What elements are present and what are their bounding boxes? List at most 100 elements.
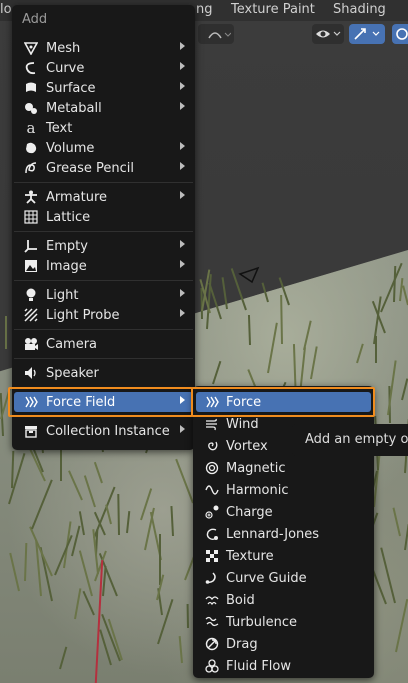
submenu-item-boid[interactable]: Boid bbox=[196, 590, 371, 610]
submenu-item-label: Wind bbox=[226, 416, 259, 432]
menu-item-label: Empty bbox=[46, 238, 88, 254]
menu-item-curve[interactable]: Curve bbox=[14, 58, 193, 78]
menu-item-speaker[interactable]: Speaker bbox=[14, 363, 193, 383]
overlay-icon bbox=[396, 28, 408, 40]
volume-icon bbox=[24, 141, 38, 155]
submenu-arrow-icon bbox=[180, 289, 185, 297]
menu-item-label: Camera bbox=[46, 336, 98, 352]
text-icon: a bbox=[26, 119, 36, 137]
empty-object-icon[interactable] bbox=[238, 266, 262, 286]
force-highlight bbox=[191, 387, 375, 417]
menu-item-light-probe[interactable]: Light Probe bbox=[14, 305, 193, 325]
grass-blade bbox=[186, 603, 189, 629]
fluid-flow-icon bbox=[205, 659, 219, 673]
submenu-item-label: Boid bbox=[226, 592, 255, 608]
menu-item-label: Text bbox=[46, 120, 73, 136]
submenu-arrow-icon bbox=[180, 240, 185, 248]
image-icon bbox=[24, 259, 38, 273]
tooltip-text: Add an empty ob bbox=[305, 432, 408, 447]
submenu-item-label: Drag bbox=[226, 636, 258, 652]
submenu-arrow-icon bbox=[180, 309, 185, 317]
menu-item-label: Light Probe bbox=[46, 307, 120, 323]
submenu-item-label: Vortex bbox=[226, 438, 268, 454]
tab-sculpting[interactable]: ng bbox=[196, 2, 213, 17]
harmonic-icon bbox=[205, 483, 219, 497]
grass-blade bbox=[5, 316, 7, 349]
proportional-edit-button[interactable] bbox=[198, 24, 234, 44]
submenu-item-label: Fluid Flow bbox=[226, 658, 291, 674]
submenu-arrow-icon bbox=[180, 102, 185, 110]
submenu-arrow-icon bbox=[180, 62, 185, 70]
metaball-icon bbox=[24, 101, 38, 115]
magnetic-icon bbox=[205, 461, 219, 475]
curve-guide-icon bbox=[205, 571, 219, 585]
menu-item-metaball[interactable]: Metaball bbox=[14, 98, 193, 118]
menu-item-empty[interactable]: Empty bbox=[14, 236, 193, 256]
submenu-item-label: Turbulence bbox=[226, 614, 298, 630]
submenu-item-label: Curve Guide bbox=[226, 570, 307, 586]
menu-item-label: Collection Instance bbox=[46, 423, 170, 439]
gizmo-icon bbox=[354, 28, 380, 40]
menu-item-label: Grease Pencil bbox=[46, 160, 134, 176]
submenu-item-charge[interactable]: Charge bbox=[196, 502, 371, 522]
curve-icon bbox=[24, 61, 38, 75]
submenu-item-texture[interactable]: Texture bbox=[196, 546, 371, 566]
menu-item-mesh[interactable]: Mesh bbox=[14, 38, 193, 58]
submenu-item-curve-guide[interactable]: Curve Guide bbox=[196, 568, 371, 588]
submenu-item-lennard-jones[interactable]: Lennard-Jones bbox=[196, 524, 371, 544]
submenu-arrow-icon bbox=[180, 191, 185, 199]
menu-item-grease-pencil[interactable]: Grease Pencil bbox=[14, 158, 193, 178]
menu-item-label: Surface bbox=[46, 80, 96, 96]
menu-item-text[interactable]: a Text bbox=[14, 118, 193, 138]
submenu-item-magnetic[interactable]: Magnetic bbox=[196, 458, 371, 478]
menu-item-image[interactable]: Image bbox=[14, 256, 193, 276]
menu-separator bbox=[14, 358, 193, 359]
light-probe-icon bbox=[24, 308, 38, 322]
menu-item-label: Speaker bbox=[46, 365, 99, 381]
submenu-arrow-icon bbox=[180, 162, 185, 170]
menu-item-volume[interactable]: Volume bbox=[14, 138, 193, 158]
submenu-arrow-icon bbox=[180, 82, 185, 90]
lennard-jones-icon bbox=[205, 527, 219, 541]
menu-item-surface[interactable]: Surface bbox=[14, 78, 193, 98]
submenu-item-fluid-flow[interactable]: Fluid Flow bbox=[196, 656, 371, 676]
menu-item-label: Armature bbox=[46, 189, 108, 205]
menu-item-label: Lattice bbox=[46, 209, 91, 225]
boid-icon bbox=[205, 593, 219, 607]
force-field-highlight bbox=[8, 387, 193, 417]
menu-item-label: Metaball bbox=[46, 100, 102, 116]
viewport-header-tools bbox=[196, 22, 408, 46]
submenu-item-label: Charge bbox=[226, 504, 273, 520]
menu-separator bbox=[14, 182, 193, 183]
grease-pencil-icon bbox=[24, 161, 38, 175]
wind-icon bbox=[205, 417, 219, 431]
tab-shading[interactable]: Shading bbox=[333, 2, 386, 17]
submenu-arrow-icon bbox=[180, 42, 185, 50]
visibility-button[interactable] bbox=[312, 24, 344, 44]
submenu-item-label: Harmonic bbox=[226, 482, 289, 498]
tab-layout[interactable]: lo bbox=[0, 2, 12, 17]
menu-item-light[interactable]: Light bbox=[14, 285, 193, 305]
overlay-toggle-button[interactable] bbox=[392, 24, 408, 44]
submenu-arrow-icon bbox=[180, 142, 185, 150]
menu-item-label: Mesh bbox=[46, 40, 81, 56]
mesh-icon bbox=[24, 41, 38, 55]
menu-item-lattice[interactable]: Lattice bbox=[14, 207, 193, 227]
menu-separator bbox=[14, 231, 193, 232]
menu-item-collection-instance[interactable]: Collection Instance bbox=[14, 421, 193, 441]
turbulence-icon bbox=[205, 615, 219, 629]
menu-item-armature[interactable]: Armature bbox=[14, 187, 193, 207]
submenu-arrow-icon bbox=[180, 425, 185, 433]
submenu-item-harmonic[interactable]: Harmonic bbox=[196, 480, 371, 500]
menu-title: Add bbox=[22, 12, 48, 27]
surface-icon bbox=[24, 81, 38, 95]
eye-icon bbox=[316, 30, 341, 38]
gizmo-toggle-button[interactable] bbox=[349, 24, 385, 44]
menu-item-camera[interactable]: Camera bbox=[14, 334, 193, 354]
submenu-item-turbulence[interactable]: Turbulence bbox=[196, 612, 371, 632]
texture-icon bbox=[205, 549, 219, 563]
collection-icon bbox=[24, 424, 38, 438]
submenu-item-drag[interactable]: Drag bbox=[196, 634, 371, 654]
menu-item-label: Curve bbox=[46, 60, 85, 76]
tab-texture-paint[interactable]: Texture Paint bbox=[231, 2, 315, 17]
